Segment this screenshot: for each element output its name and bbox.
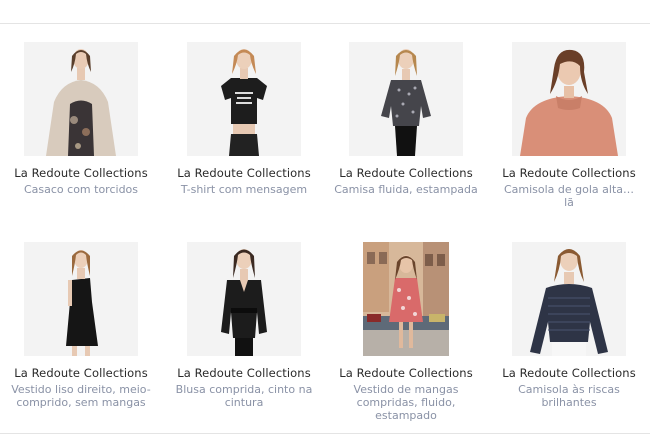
product-card[interactable]: La Redoute Collections T-shirt com mensa…: [163, 42, 325, 196]
product-brand[interactable]: La Redoute Collections: [339, 366, 473, 380]
bottom-divider: [0, 433, 650, 434]
product-title[interactable]: Camisola às riscas brilhantes: [495, 383, 643, 409]
product-brand[interactable]: La Redoute Collections: [502, 366, 636, 380]
product-grid: La Redoute Collections Casaco com torcid…: [0, 42, 650, 432]
product-title[interactable]: T-shirt com mensagem: [170, 183, 318, 196]
product-brand[interactable]: La Redoute Collections: [14, 166, 148, 180]
product-title[interactable]: Casaco com torcidos: [7, 183, 155, 196]
top-divider: [0, 23, 650, 24]
product-brand[interactable]: La Redoute Collections: [339, 166, 473, 180]
product-brand[interactable]: La Redoute Collections: [502, 166, 636, 180]
product-card[interactable]: La Redoute Collections Camisola às risca…: [488, 242, 650, 409]
product-brand[interactable]: La Redoute Collections: [177, 366, 311, 380]
product-card[interactable]: La Redoute Collections Vestido liso dire…: [0, 242, 162, 409]
product-image[interactable]: [512, 42, 626, 156]
product-brand[interactable]: La Redoute Collections: [14, 366, 148, 380]
product-image[interactable]: [187, 42, 301, 156]
product-image[interactable]: [24, 42, 138, 156]
product-title[interactable]: Camisola de gola alta…: [495, 183, 643, 196]
product-card[interactable]: La Redoute Collections Blusa comprida, c…: [163, 242, 325, 409]
product-brand[interactable]: La Redoute Collections: [177, 166, 311, 180]
product-image[interactable]: [363, 242, 449, 356]
product-image[interactable]: [349, 42, 463, 156]
product-card[interactable]: La Redoute Collections Camisola de gola …: [488, 42, 650, 209]
product-card[interactable]: La Redoute Collections Casaco com torcid…: [0, 42, 162, 196]
product-title[interactable]: Vestido liso direito, meio-comprido, sem…: [7, 383, 155, 409]
product-image[interactable]: [24, 242, 138, 356]
product-title[interactable]: Blusa comprida, cinto na cintura: [170, 383, 318, 409]
product-card[interactable]: La Redoute Collections Vestido de mangas…: [325, 242, 487, 422]
product-title[interactable]: Vestido de mangas compridas, fluido, est…: [332, 383, 480, 422]
product-title-continued[interactable]: lã: [495, 196, 643, 209]
product-image[interactable]: [187, 242, 301, 356]
product-image[interactable]: [512, 242, 626, 356]
product-title[interactable]: Camisa fluida, estampada: [332, 183, 480, 196]
product-card[interactable]: La Redoute Collections Camisa fluida, es…: [325, 42, 487, 196]
